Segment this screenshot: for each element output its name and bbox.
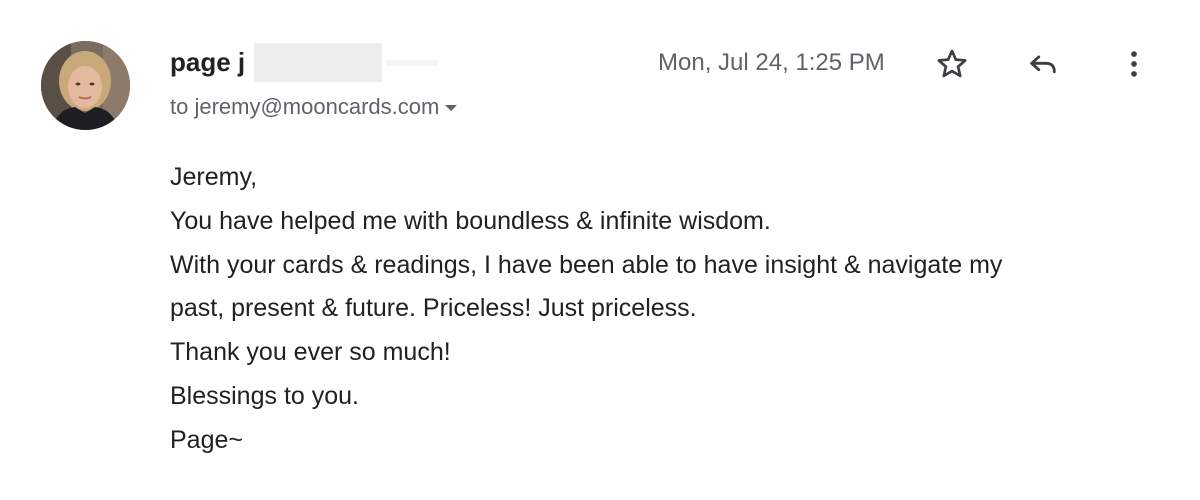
reply-icon [1030, 55, 1056, 74]
more-vert-icon [1131, 51, 1137, 77]
body-line: Jeremy, [170, 163, 258, 191]
star-icon [937, 49, 967, 78]
body-line: past, present & future. Priceless! Just … [170, 294, 697, 323]
body-line: Thank you ever so much! [170, 338, 451, 367]
redaction-block [254, 43, 382, 82]
star-button[interactable] [930, 42, 974, 86]
email-date: Mon, Jul 24, 1:25 PM [658, 49, 885, 76]
more-options-button[interactable] [1112, 42, 1156, 86]
body-line: Blessings to you. [170, 381, 359, 410]
chevron-down-icon [445, 105, 458, 111]
body-line: You have helped me with boundless & infi… [170, 206, 771, 235]
recipient-text: to jeremy@mooncards.com [170, 94, 440, 119]
sender-name[interactable]: page j [170, 47, 245, 78]
reply-button[interactable] [1021, 42, 1065, 86]
recipient-details-toggle[interactable]: to jeremy@mooncards.com [170, 94, 458, 120]
body-line: Page~ [170, 425, 243, 454]
body-line: With your cards & readings, I have been … [170, 250, 1003, 279]
avatar-photo [41, 41, 130, 130]
sender-avatar[interactable] [41, 41, 130, 130]
email-body: Jeremy, You have helped me with boundles… [170, 156, 1180, 463]
redaction-tail [386, 60, 438, 66]
